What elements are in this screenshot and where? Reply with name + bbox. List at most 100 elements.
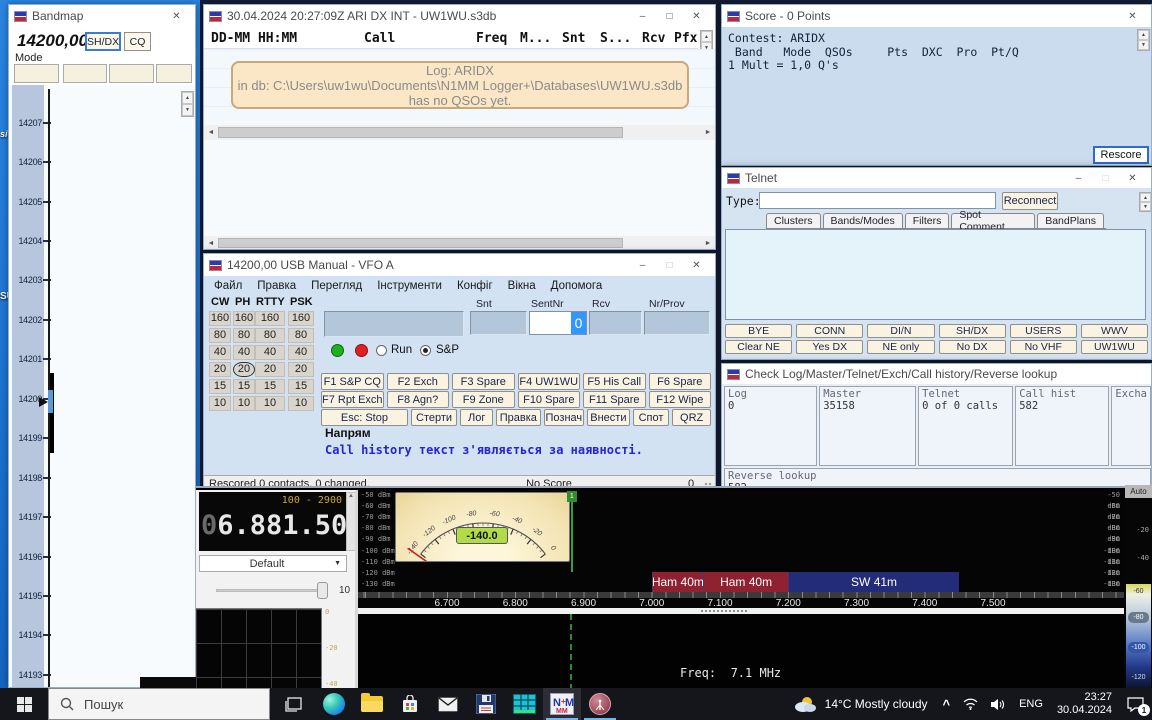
- rescore-button[interactable]: Rescore: [1093, 146, 1149, 164]
- fkey-button[interactable]: F7 Rpt Exch: [321, 391, 384, 408]
- telnet-tab[interactable]: Spot Comment: [951, 213, 1035, 228]
- band-button[interactable]: 160: [255, 311, 285, 326]
- telnet-command-input[interactable]: [759, 192, 996, 209]
- telnet-titlebar[interactable]: Telnet – □ ✕: [722, 168, 1151, 188]
- menu-item[interactable]: Інструменти: [377, 280, 442, 292]
- bandmap-mode-box[interactable]: [63, 64, 107, 83]
- taskbar-search-box[interactable]: Пошук: [48, 688, 270, 720]
- bandmap-zoom-spinner[interactable]: ▲ ▼: [181, 91, 194, 117]
- band-button[interactable]: 10: [233, 396, 255, 411]
- spectrum-app-button[interactable]: [505, 688, 543, 720]
- band-button[interactable]: 80: [288, 328, 314, 343]
- sp-radio-label[interactable]: S&P: [436, 344, 459, 356]
- logger-save-app-button[interactable]: [467, 688, 505, 720]
- maximize-icon[interactable]: □: [656, 6, 683, 26]
- fkey-button[interactable]: F1 S&P CQ: [321, 373, 384, 390]
- telnet-command-button[interactable]: BYE: [725, 324, 792, 338]
- menu-item[interactable]: Допомога: [551, 280, 603, 292]
- scrollbar-thumb[interactable]: [218, 238, 623, 248]
- telnet-command-button[interactable]: WWV: [1081, 324, 1148, 338]
- band-button[interactable]: 20: [288, 362, 314, 377]
- scroll-left-icon[interactable]: ◄: [204, 240, 218, 247]
- score-font-spinner[interactable]: ▲ ▼: [1137, 29, 1150, 51]
- cq-button[interactable]: CQ: [124, 32, 151, 51]
- telnet-tab[interactable]: Filters: [905, 213, 950, 228]
- log-hscrollbar[interactable]: ◄ ►: [204, 125, 715, 140]
- band-button[interactable]: 15: [288, 379, 314, 394]
- check-panel[interactable]: Call hist 582: [1015, 386, 1109, 466]
- scroll-right-icon[interactable]: ►: [701, 129, 715, 136]
- band-button[interactable]: 160: [233, 311, 255, 326]
- spin-down-icon[interactable]: ▼: [1140, 202, 1151, 211]
- spin-up-icon[interactable]: ▲: [1138, 30, 1149, 40]
- fkey-button[interactable]: F4 UW1WU: [518, 373, 581, 390]
- band-button[interactable]: 40: [209, 345, 231, 360]
- bandmap-mode-box[interactable]: [109, 64, 154, 83]
- check-panel[interactable]: Log 0: [724, 386, 817, 466]
- waterfall-display[interactable]: Freq: 7.1 MHz: [358, 614, 1124, 690]
- menu-item[interactable]: Перегляд: [311, 280, 362, 292]
- reconnect-button[interactable]: Reconnect: [1002, 192, 1058, 210]
- spin-up-icon[interactable]: ▲: [701, 31, 712, 42]
- spin-up-icon[interactable]: ▲: [182, 92, 193, 104]
- minimize-icon[interactable]: –: [629, 255, 656, 275]
- scroll-left-icon[interactable]: ◄: [204, 129, 218, 136]
- edge-browser-button[interactable]: [315, 688, 353, 720]
- close-icon[interactable]: ✕: [1119, 6, 1146, 26]
- telnet-tab[interactable]: Clusters: [766, 213, 821, 228]
- run-radio-label[interactable]: Run: [391, 344, 412, 356]
- action-button[interactable]: Стерти: [411, 409, 457, 426]
- telnet-command-button[interactable]: USERS: [1010, 324, 1077, 338]
- language-indicator[interactable]: ENG: [1011, 698, 1051, 710]
- fkey-button[interactable]: F6 Spare: [649, 373, 712, 390]
- microsoft-store-button[interactable]: [391, 688, 429, 720]
- rcv-input[interactable]: [589, 311, 642, 335]
- caret-up-icon[interactable]: ▲: [347, 493, 355, 499]
- nrprov-input[interactable]: [644, 311, 710, 335]
- task-view-button[interactable]: [274, 688, 312, 720]
- log-titlebar[interactable]: 30.04.2024 20:27:09Z ARI DX INT - UW1WU.…: [204, 5, 715, 27]
- snt-input[interactable]: [470, 311, 527, 335]
- telnet-command-button[interactable]: No DX: [939, 340, 1006, 354]
- notification-center-button[interactable]: 1: [1118, 688, 1152, 720]
- action-button[interactable]: Познач: [544, 409, 585, 426]
- fkey-button[interactable]: F2 Exch: [387, 373, 450, 390]
- check-titlebar[interactable]: Check Log/Master/Telnet/Exch/Call histor…: [722, 364, 1151, 384]
- action-button[interactable]: Спот: [633, 409, 670, 426]
- menu-item[interactable]: Конфіг: [457, 280, 493, 292]
- band-button[interactable]: 40: [288, 345, 314, 360]
- weather-widget[interactable]: 14°C Mostly cloudy: [785, 695, 936, 713]
- fkey-button[interactable]: F9 Zone: [452, 391, 515, 408]
- maximize-icon[interactable]: □: [656, 255, 683, 275]
- bandmap-mode-box[interactable]: [14, 64, 59, 83]
- fkey-button[interactable]: F10 Spare: [518, 391, 581, 408]
- log-hscrollbar-secondary[interactable]: ◄ ►: [204, 236, 715, 250]
- close-icon[interactable]: ✕: [1119, 168, 1146, 188]
- band-button[interactable]: 10: [209, 396, 231, 411]
- spin-up-icon[interactable]: ▲: [1140, 193, 1151, 202]
- band-button[interactable]: 40: [255, 345, 285, 360]
- check-panel[interactable]: Excha: [1111, 386, 1151, 466]
- callsign-input[interactable]: [324, 311, 464, 337]
- gain-slider-handle[interactable]: [317, 582, 328, 599]
- telnet-command-button[interactable]: DI/N: [867, 324, 934, 338]
- profile-dropdown[interactable]: Default ▼: [199, 555, 347, 572]
- start-button[interactable]: [0, 688, 48, 720]
- band-button[interactable]: 10: [255, 396, 285, 411]
- action-button[interactable]: Esc: Stop: [321, 409, 408, 426]
- speaker-icon[interactable]: [990, 698, 1005, 711]
- bandmap-mode-box[interactable]: [156, 64, 192, 83]
- check-panel[interactable]: Telnet 0 of 0 calls: [918, 386, 1013, 466]
- telnet-command-button[interactable]: NE only: [867, 340, 934, 354]
- bandmap-titlebar[interactable]: Bandmap ✕: [9, 5, 195, 27]
- mail-button[interactable]: [429, 688, 467, 720]
- band-button[interactable]: 20: [255, 362, 285, 377]
- telnet-output-pane[interactable]: [725, 229, 1146, 320]
- action-button[interactable]: QRZ: [672, 409, 711, 426]
- telnet-font-spinner[interactable]: ▲ ▼: [1139, 192, 1152, 212]
- tray-chevron-up[interactable]: ^: [936, 697, 958, 712]
- spin-down-icon[interactable]: ▼: [182, 104, 193, 116]
- fkey-button[interactable]: F8 Agn?: [387, 391, 450, 408]
- menu-item[interactable]: Вікна: [508, 280, 536, 292]
- menu-item[interactable]: Правка: [257, 280, 296, 292]
